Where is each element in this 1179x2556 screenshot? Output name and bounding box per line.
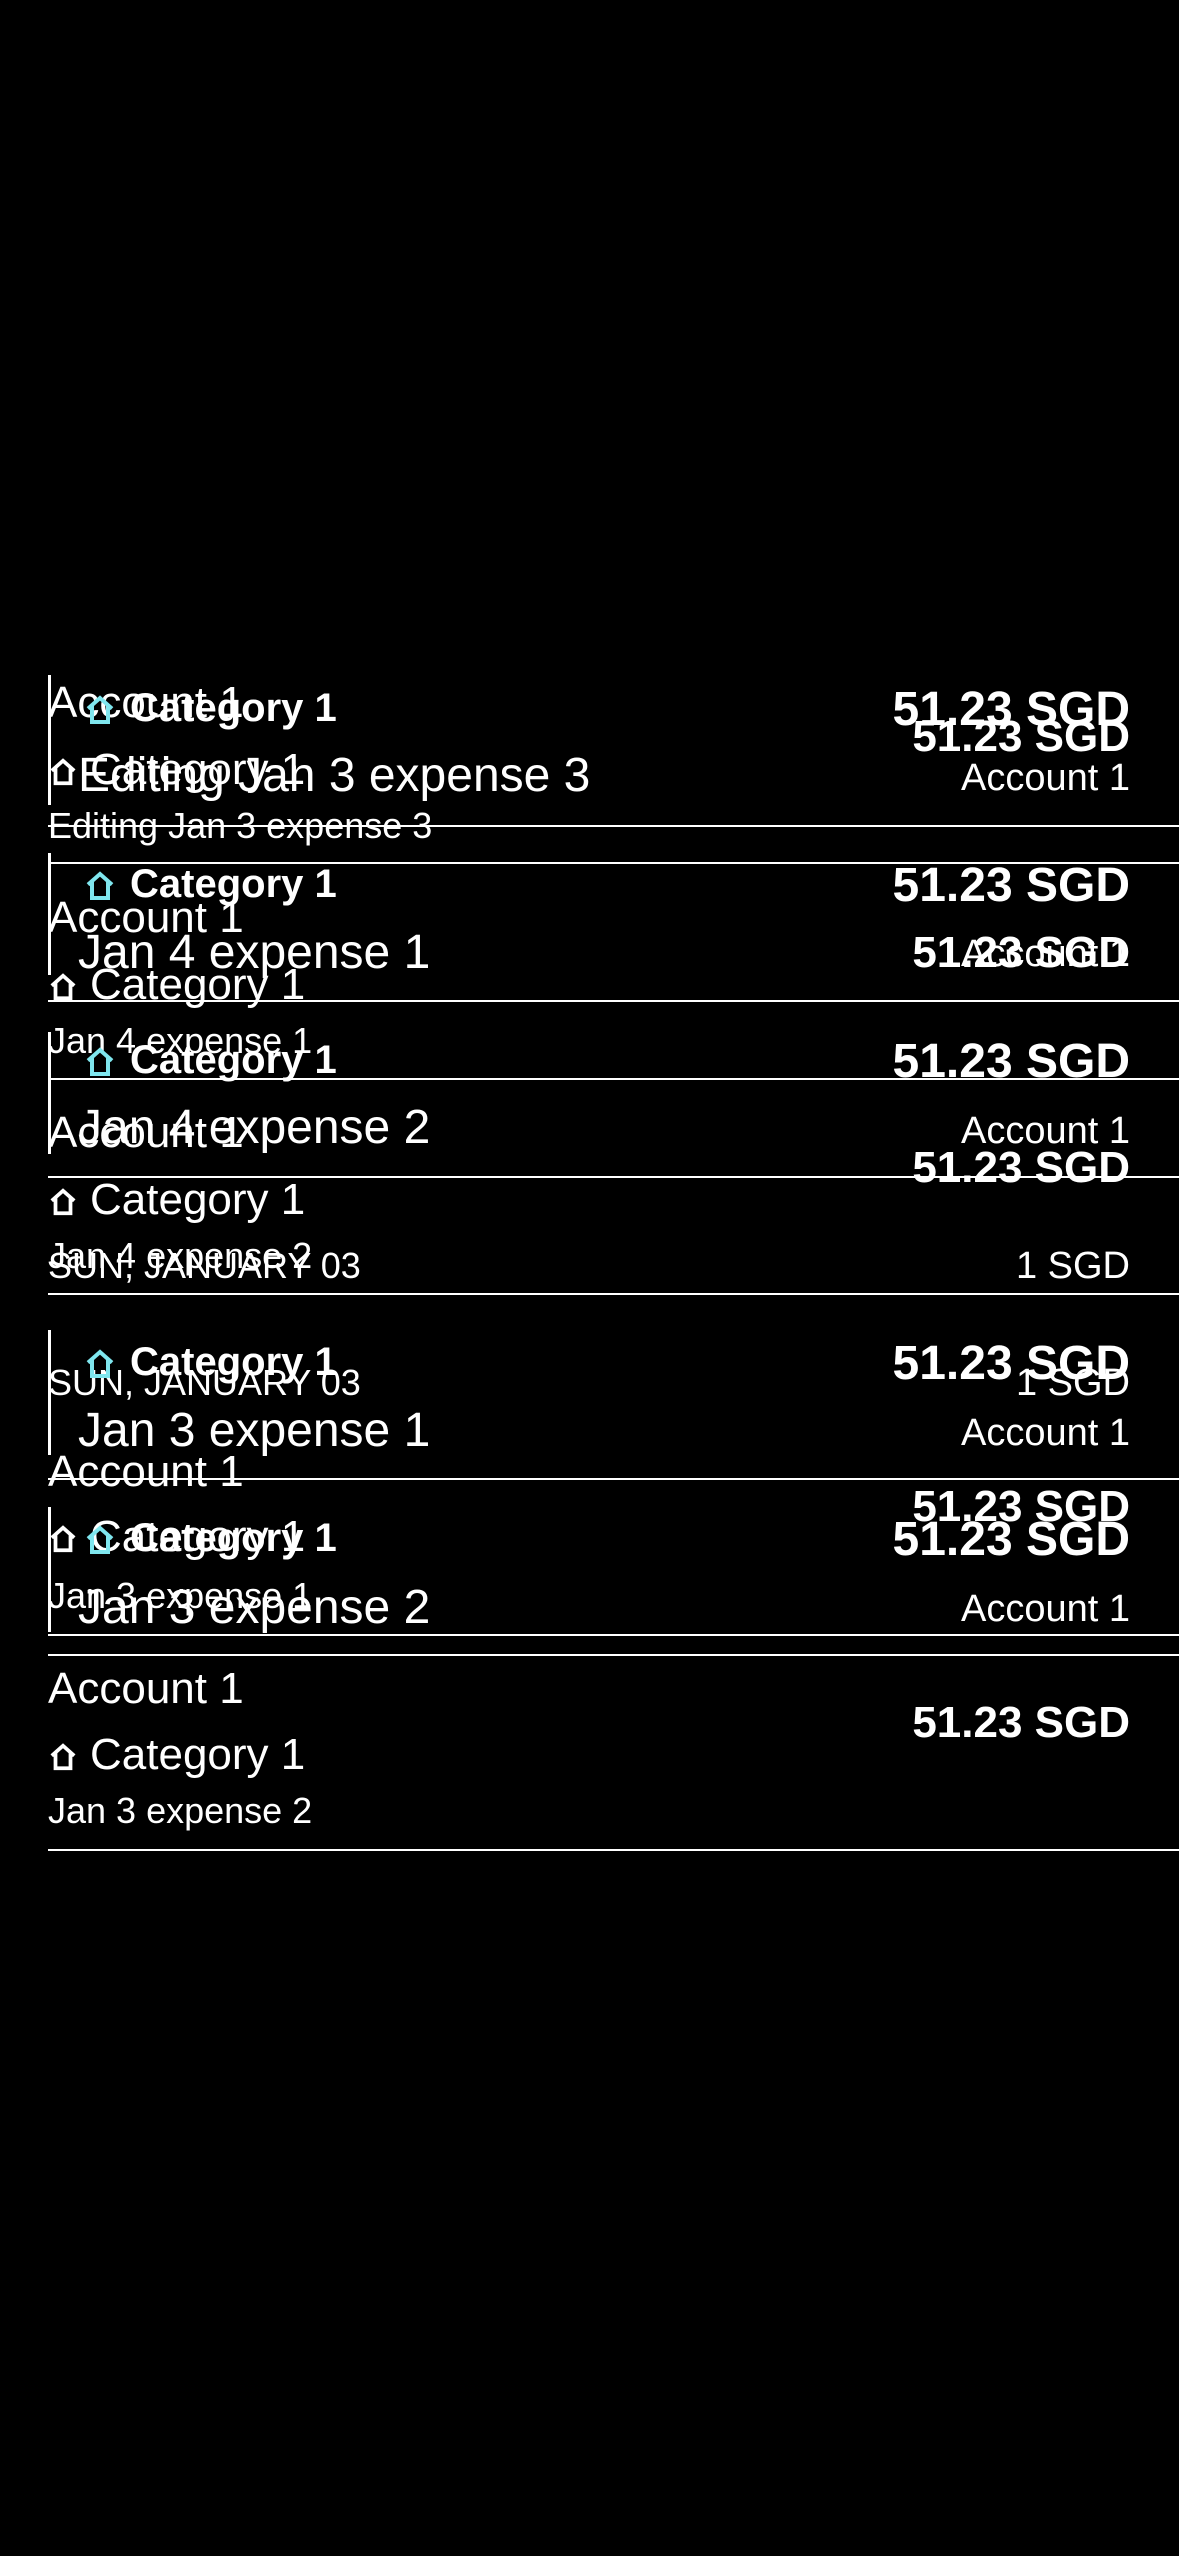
- amount-label: 51.23 SGD: [892, 683, 1130, 736]
- note-label: Jan 4 expense 2: [78, 1101, 431, 1154]
- account-label: Account 1: [961, 1412, 1130, 1454]
- row-accent-bar: [48, 853, 51, 975]
- account-label: Account 1: [961, 1110, 1130, 1152]
- note-label: Jan 3 expense 1: [78, 1404, 431, 1457]
- category-label: Category 1: [82, 1516, 337, 1561]
- house-icon: [82, 1046, 118, 1078]
- row-accent-bar: [48, 1330, 51, 1455]
- category-label: Category 1: [82, 1340, 337, 1385]
- divider: [48, 1634, 1179, 1636]
- category-label: Category 1: [82, 1038, 337, 1083]
- house-icon: [82, 1348, 118, 1380]
- divider: [48, 1478, 1179, 1480]
- category-label: Category 1: [82, 686, 337, 731]
- transaction-list-layer-b: Category 1 Editing Jan 3 expense 3 51.23…: [0, 0, 1179, 2556]
- note-label: Jan 4 expense 1: [78, 926, 431, 979]
- account-label: Account 1: [961, 757, 1130, 799]
- row-accent-bar: [48, 675, 51, 805]
- amount-label: 51.23 SGD: [892, 859, 1130, 912]
- amount-label: 51.23 SGD: [892, 1513, 1130, 1566]
- house-icon: [82, 870, 118, 902]
- note-label: Jan 3 expense 2: [78, 1581, 431, 1634]
- amount-label: 51.23 SGD: [892, 1337, 1130, 1390]
- amount-label: 51.23 SGD: [892, 1035, 1130, 1088]
- row-accent-bar: [48, 1032, 51, 1154]
- account-label: Account 1: [961, 933, 1130, 975]
- account-label: Account 1: [961, 1588, 1130, 1630]
- row-accent-bar: [48, 1507, 51, 1632]
- house-icon: [82, 1524, 118, 1556]
- note-label: Editing Jan 3 expense 3: [78, 749, 591, 802]
- house-icon: [82, 694, 118, 726]
- category-label: Category 1: [82, 862, 337, 907]
